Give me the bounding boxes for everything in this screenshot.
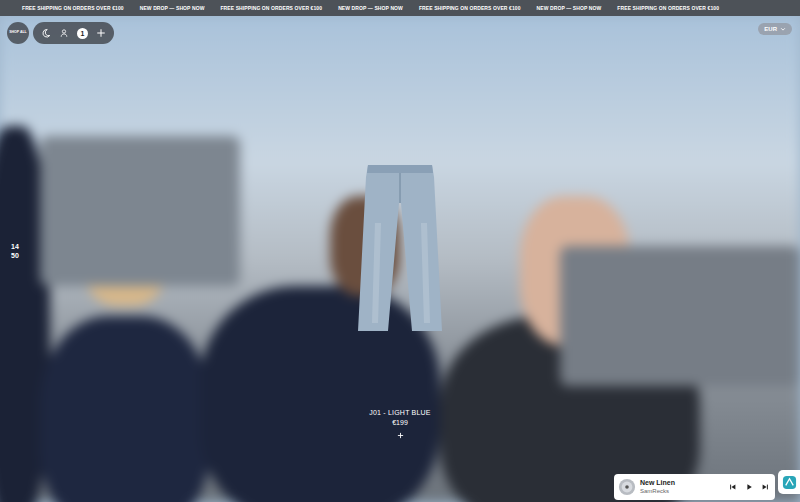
product-card: J01 - LIGHT BLUE €199 — [0, 163, 800, 439]
header-controls: SHOP ALL 1 — [7, 22, 114, 44]
moon-icon[interactable] — [41, 28, 51, 38]
disc-icon — [618, 478, 636, 496]
clock-minutes: 50 — [11, 251, 19, 260]
next-icon[interactable] — [761, 483, 769, 491]
add-to-cart-icon[interactable] — [397, 432, 404, 439]
track-artist: SamRecks — [640, 488, 725, 496]
header-pill: 1 — [33, 22, 114, 44]
clock: 14 50 — [11, 242, 19, 260]
announcement-item[interactable]: FREE SHIPPING ON ORDERS OVER €100 — [419, 5, 521, 11]
hero-photo — [0, 16, 800, 502]
announcement-bar: FREE SHIPPING ON ORDERS OVER €100 NEW DRO… — [0, 0, 800, 16]
chevron-down-icon — [780, 26, 786, 32]
announcement-item[interactable]: NEW DROP — SHOP NOW — [338, 5, 403, 11]
chat-button[interactable] — [778, 470, 800, 494]
announcement-item[interactable]: NEW DROP — SHOP NOW — [140, 5, 205, 11]
previous-icon[interactable] — [729, 483, 737, 491]
product-name[interactable]: J01 - LIGHT BLUE — [369, 409, 430, 416]
hero: SHOP ALL 1 EUR 14 50 J01 - LIGHT BLUE €1… — [0, 16, 800, 502]
chat-icon — [782, 475, 797, 490]
plus-icon[interactable] — [96, 28, 106, 38]
player-controls — [729, 483, 769, 491]
currency-label: EUR — [764, 26, 777, 32]
cart-count[interactable]: 1 — [77, 28, 88, 39]
user-icon[interactable] — [59, 28, 69, 38]
menu-button[interactable]: SHOP ALL — [7, 22, 29, 44]
play-icon[interactable] — [745, 483, 753, 491]
track-info: New Linen SamRecks — [640, 479, 725, 495]
currency-selector[interactable]: EUR — [758, 23, 792, 35]
announcement-item[interactable]: FREE SHIPPING ON ORDERS OVER €100 — [220, 5, 322, 11]
page: FREE SHIPPING ON ORDERS OVER €100 NEW DRO… — [0, 0, 800, 502]
clock-hours: 14 — [11, 242, 19, 251]
announcement-item[interactable]: NEW DROP — SHOP NOW — [537, 5, 602, 11]
announcement-item[interactable]: FREE SHIPPING ON ORDERS OVER €100 — [22, 5, 124, 11]
music-player: New Linen SamRecks — [614, 474, 775, 500]
product-price: €199 — [392, 419, 408, 426]
track-title: New Linen — [640, 479, 725, 488]
announcement-item[interactable]: FREE SHIPPING ON ORDERS OVER €100 — [617, 5, 719, 11]
product-image[interactable] — [358, 163, 442, 333]
